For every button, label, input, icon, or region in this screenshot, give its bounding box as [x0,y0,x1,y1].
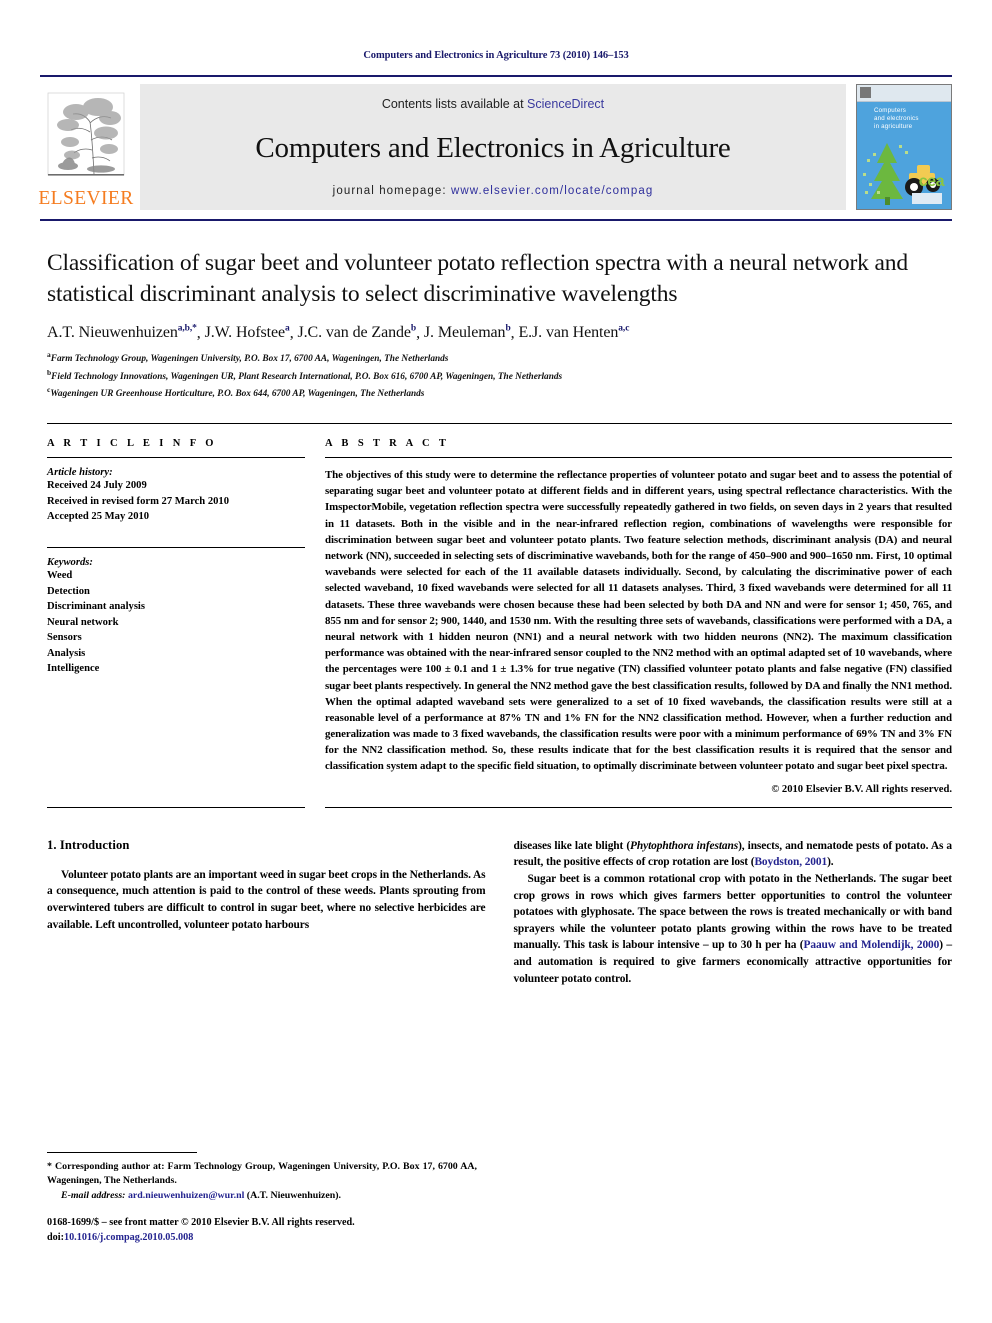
keyword-item: Detection [47,585,90,597]
affiliation-text: Wageningen UR Greenhouse Horticulture, P… [50,388,425,399]
cover-keyboard-icon [912,193,942,204]
doi-line: doi:10.1016/j.compag.2010.05.008 [47,1231,477,1246]
footnote-block: * Corresponding author at: Farm Technolo… [47,1152,477,1246]
cover-logo-text: cea [918,173,945,190]
article-history-item: Received 24 July 2009 [47,480,147,492]
section-divider-rules [47,806,952,808]
affiliation-item: aFarm Technology Group, Wageningen Unive… [47,349,950,366]
author-name: J.C. van de Zande [297,324,411,342]
contents-list-line: Contents lists available at ScienceDirec… [382,97,604,111]
paragraph: Volunteer potato plants are an important… [47,868,486,931]
paragraph: diseases like late blight (Phytophthora … [514,838,953,871]
author-name: J. Meuleman [423,324,506,342]
author-affil-mark[interactable]: b [505,324,510,334]
author-item: E.J. van Hentena,c [518,324,629,341]
running-head: Computers and Electronics in Agriculture… [363,50,629,61]
abstract-text: The objectives of this study were to det… [325,469,952,773]
article-history-item: Received in revised form 27 March 2010 [47,495,230,507]
affiliation-item: cWageningen UR Greenhouse Horticulture, … [47,384,950,401]
doi-link[interactable]: 10.1016/j.compag.2010.05.008 [64,1232,193,1243]
article-info-heading: A R T I C L E I N F O [47,438,217,450]
keyword-item: Weed [47,570,73,582]
author-affil-mark[interactable]: a [285,324,290,334]
cover-title-text: Computers and electronics in agriculture [874,107,919,131]
journal-title: Computers and Electronics in Agriculture [255,131,731,164]
keyword-item: Analysis [47,647,86,659]
paragraph-pre: diseases like late blight ( [513,839,631,852]
keyword-item: Discriminant analysis [47,601,146,613]
body-column-left: 1. Introduction Volunteer potato plants … [47,838,486,988]
species-name: Phytophthora infestans [630,839,739,852]
keyword-item: Neural network [47,616,119,628]
issn-line: 0168-1699/$ – see front matter © 2010 El… [47,1217,355,1229]
corresponding-author-note: * Corresponding author at: Farm Technolo… [47,1161,477,1187]
elsevier-wordmark: ELSEVIER [38,187,134,209]
affiliation-list: aFarm Technology Group, Wageningen Unive… [47,349,950,401]
homepage-url-link[interactable]: www.elsevier.com/locate/compag [451,185,653,197]
journal-masthead: ELSEVIER Contents lists available at Sci… [38,75,952,215]
keyword-item: Sensors [47,632,82,644]
sciencedirect-link[interactable]: ScienceDirect [527,97,604,111]
masthead-bottom-rule [40,219,952,221]
email-note: E-mail address: ard.nieuwenhuizen@wur.nl… [47,1189,477,1203]
author-affil-mark[interactable]: a,c [618,324,629,334]
cover-header-bar [857,85,951,102]
author-name: E.J. van Henten [518,324,619,342]
info-abstract-block: A R T I C L E I N F O Article history: R… [47,423,952,795]
masthead-center: Contents lists available at ScienceDirec… [140,84,846,210]
article-history-label: Article history: [47,467,113,479]
elsevier-logo: ELSEVIER [38,84,134,210]
affiliation-text: Field Technology Innovations, Wageningen… [51,371,563,382]
abstract-column: A B S T R A C T The objectives of this s… [325,424,952,795]
author-item: J.C. van de Zandeb [298,324,417,341]
divider-right [325,806,952,808]
article-info-rule [47,457,305,459]
email-label: E-mail address: [61,1189,126,1201]
author-item: A.T. Nieuwenhuizena,b,* [47,324,197,341]
citation-link[interactable]: Boydston, 2001 [754,856,827,868]
keywords-rule [47,547,305,549]
author-item: J.W. Hofsteea [205,324,290,341]
keywords-block: Keywords: Weed Detection Discriminant an… [47,539,305,676]
section-heading-introduction: 1. Introduction [47,837,130,852]
author-affil-mark[interactable]: b [411,324,416,334]
author-affil-mark[interactable]: a,b,* [178,324,197,334]
divider-left [47,806,305,808]
page-title: Classification of sugar beet and volunte… [47,250,908,307]
article-page: Computers and Electronics in Agriculture… [0,0,992,1323]
abstract-copyright: © 2010 Elsevier B.V. All rights reserved… [771,783,952,795]
email-link[interactable]: ard.nieuwenhuizen@wur.nl [128,1190,244,1201]
title-block: Classification of sugar beet and volunte… [47,248,950,401]
elsevier-tree-icon [47,92,125,176]
author-name: A.T. Nieuwenhuizen [47,324,178,342]
cover-mini-icon [860,87,871,98]
abstract-heading: A B S T R A C T [325,438,450,450]
article-history-item: Accepted 25 May 2010 [47,510,150,522]
homepage-prefix: journal homepage: [332,185,451,197]
keywords-label: Keywords: [47,557,93,569]
keyword-item: Intelligence [47,663,100,675]
journal-cover-thumbnail[interactable]: Computersand electronicsin agriculture [856,84,952,210]
author-list: A.T. Nieuwenhuizena,b,*, J.W. Hofsteea, … [47,324,630,342]
contents-prefix: Contents lists available at [381,97,528,111]
author-name: J.W. Hofstee [204,324,286,342]
article-info-column: A R T I C L E I N F O Article history: R… [47,424,305,795]
paragraph-post: ). [827,856,834,869]
abstract-rule [325,457,952,459]
imprint-block: 0168-1699/$ – see front matter © 2010 El… [47,1216,477,1246]
footnote-rule [47,1152,197,1153]
author-item: J. Meulemanb [424,324,511,341]
body-column-right: diseases like late blight (Phytophthora … [514,838,953,988]
affiliation-item: bField Technology Innovations, Wageninge… [47,367,950,384]
body-columns: 1. Introduction Volunteer potato plants … [47,838,952,988]
journal-homepage-line: journal homepage: www.elsevier.com/locat… [333,185,654,197]
citation-link[interactable]: Paauw and Molendijk, 2000 [804,939,940,951]
paragraph: Sugar beet is a common rotational crop w… [514,871,953,987]
email-suffix: (A.T. Nieuwenhuizen). [246,1189,341,1201]
affiliation-text: Farm Technology Group, Wageningen Univer… [50,354,449,365]
doi-label: doi: [47,1231,64,1243]
cover-artwork: Computersand electronicsin agriculture [857,102,951,209]
